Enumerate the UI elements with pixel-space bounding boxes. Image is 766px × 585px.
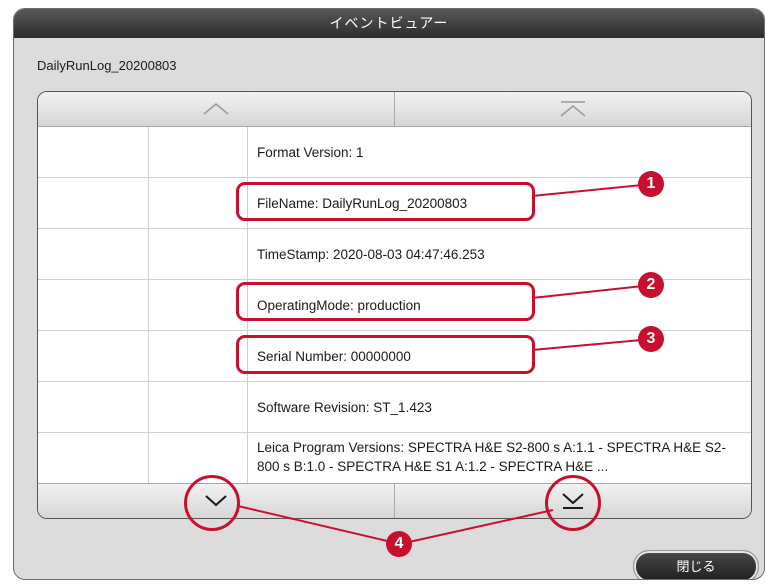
highlight-operating-mode [236, 282, 535, 321]
callout-badge-3: 3 [638, 326, 664, 352]
highlight-filename [236, 182, 535, 221]
highlight-serial-number [236, 335, 535, 374]
highlight-scroll-to-bottom [545, 475, 601, 531]
callout-badge-4: 4 [386, 531, 412, 557]
callout-badge-1: 1 [638, 171, 664, 197]
highlight-scroll-down [184, 475, 240, 531]
callout-badge-2: 2 [638, 272, 664, 298]
